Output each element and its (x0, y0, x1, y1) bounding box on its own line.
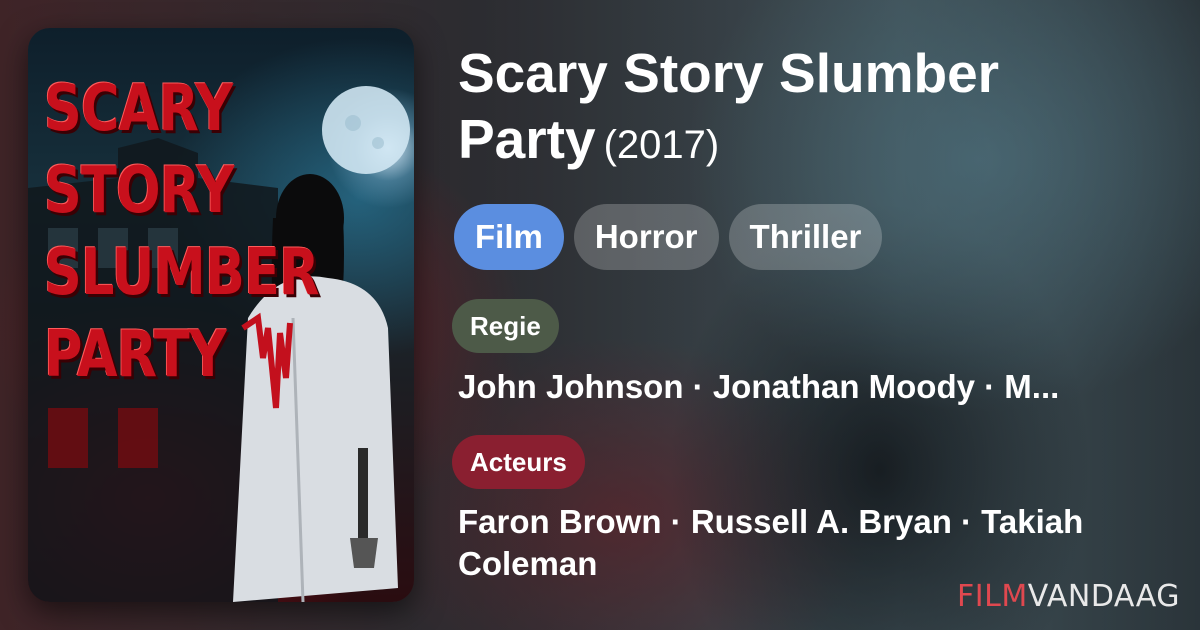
movie-poster[interactable]: SCARY STORY SLUMBER PARTY (28, 28, 414, 602)
genre-tags: Film Horror Thriller (454, 204, 883, 270)
movie-year: (2017) (603, 123, 720, 167)
brand-logo-part2: VANDAAG (1027, 579, 1180, 614)
acteurs-people[interactable]: Faron Brown · Russell A. Bryan · Takiah … (458, 501, 1098, 585)
movie-info: Scary Story Slumber Party (2017) (458, 40, 1178, 178)
tag-thriller[interactable]: Thriller (728, 204, 883, 270)
regie-badge: Regie (452, 299, 559, 353)
movie-title: Scary Story Slumber Party (458, 42, 1000, 170)
regie-people[interactable]: John Johnson · Jonathan Moody · M... (458, 366, 1163, 408)
poster-title-art: SCARY STORY SLUMBER PARTY (44, 72, 320, 392)
tag-horror[interactable]: Horror (573, 204, 719, 270)
page-title: Scary Story Slumber Party (2017) (458, 40, 1148, 178)
brand-logo-part1: FILM (957, 579, 1028, 614)
tag-film[interactable]: Film (454, 204, 564, 270)
acteurs-badge: Acteurs (452, 435, 585, 489)
brand-logo[interactable]: FILMVANDAAG (957, 579, 1180, 614)
